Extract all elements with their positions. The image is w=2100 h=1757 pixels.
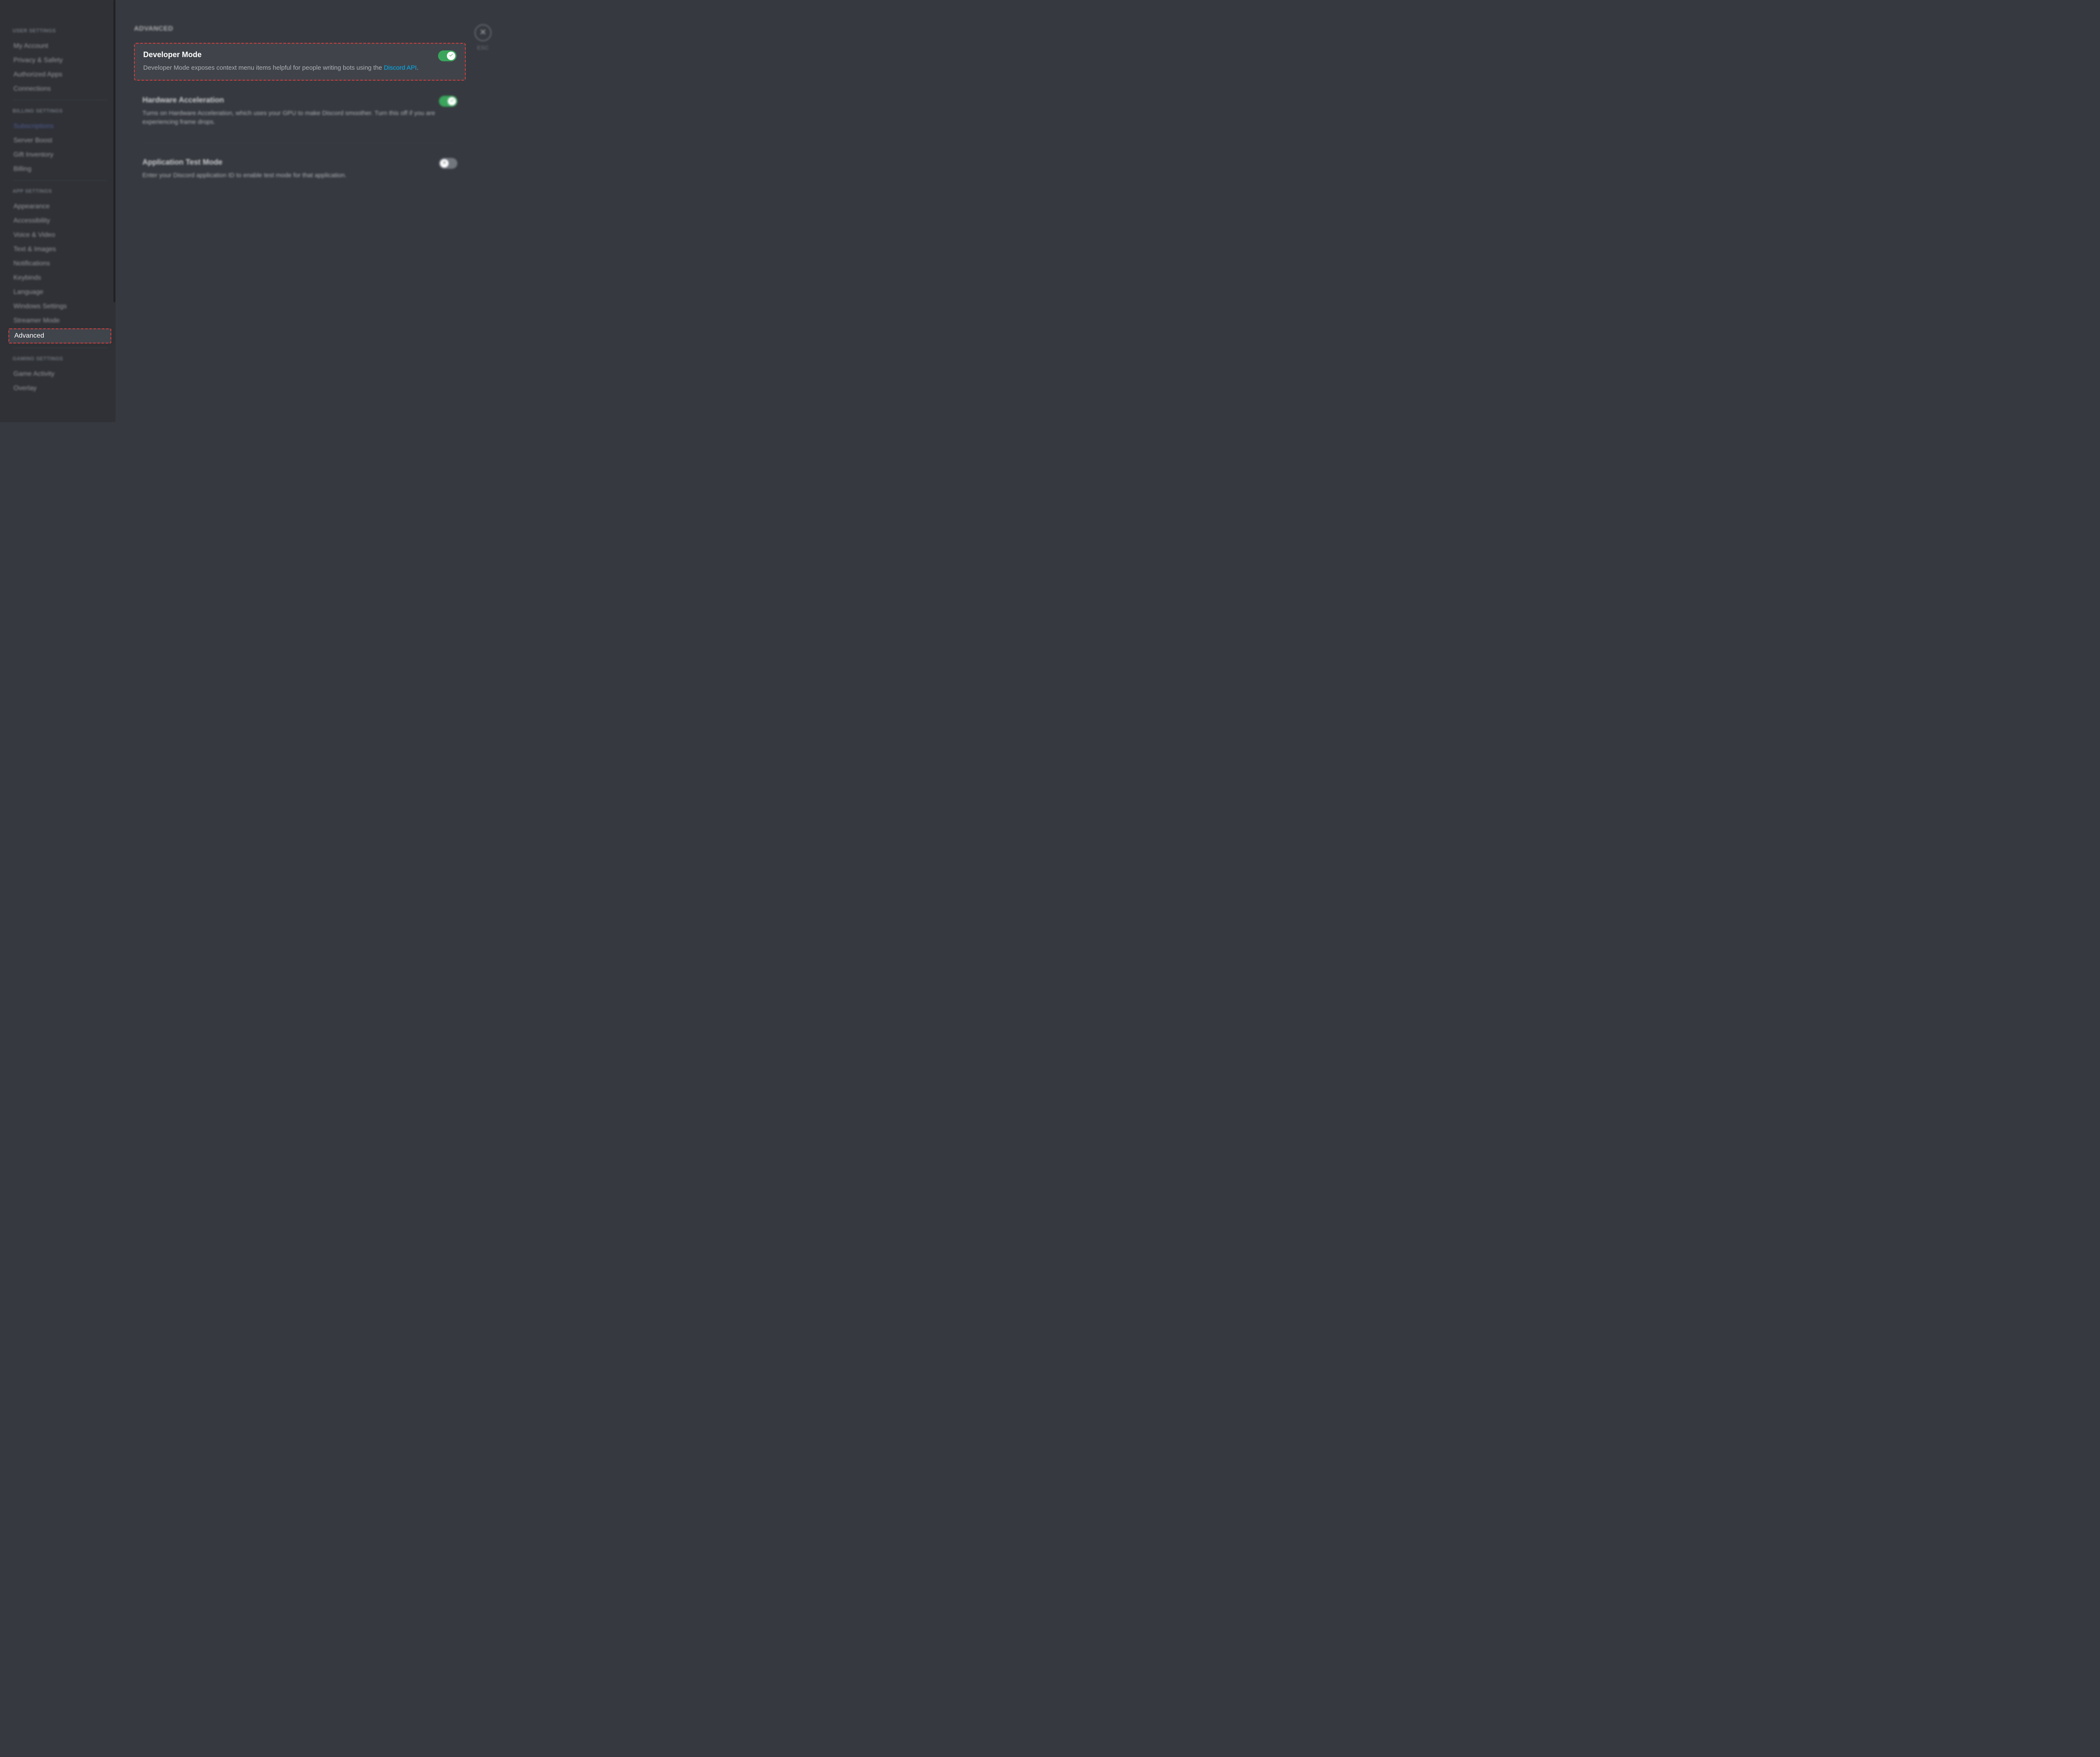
setting-developer-mode: Developer Mode Developer Mode exposes co…: [134, 43, 466, 81]
section-header-app-settings: APP SETTINGS: [8, 186, 111, 197]
sidebar-item-streamer-mode[interactable]: Streamer Mode: [8, 314, 111, 328]
sidebar-item-gift-inventory[interactable]: Gift Inventory: [8, 148, 111, 162]
setting-description: Turns on Hardware Acceleration, which us…: [142, 109, 457, 126]
sidebar-item-subscriptions[interactable]: Subscriptions: [8, 120, 111, 133]
divider: [142, 142, 455, 143]
sidebar-item-my-account[interactable]: My Account: [8, 39, 111, 53]
setting-description: Developer Mode exposes context menu item…: [143, 63, 457, 72]
sidebar-item-notifications[interactable]: Notifications: [8, 257, 111, 270]
sidebar-item-authorized-apps[interactable]: Authorized Apps: [8, 68, 111, 81]
close-label: ESC: [477, 45, 489, 51]
toggle-hardware-acceleration[interactable]: [439, 96, 457, 107]
sidebar-item-connections[interactable]: Connections: [8, 82, 111, 96]
sidebar-item-privacy-safety[interactable]: Privacy & Safety: [8, 54, 111, 67]
toggle-thumb: [448, 97, 456, 105]
sidebar-item-advanced[interactable]: Advanced: [8, 328, 111, 344]
sidebar-item-overlay[interactable]: Overlay: [8, 382, 111, 395]
setting-title: Hardware Acceleration: [142, 96, 224, 105]
sidebar-item-appearance[interactable]: Appearance: [8, 200, 111, 213]
sidebar-item-voice-video[interactable]: Voice & Video: [8, 228, 111, 242]
toggle-thumb: [447, 52, 455, 60]
sidebar-item-keybinds[interactable]: Keybinds: [8, 271, 111, 285]
sidebar-item-text-images[interactable]: Text & Images: [8, 243, 111, 256]
settings-container: Developer Mode Developer Mode exposes co…: [134, 43, 466, 187]
toggle-developer-mode[interactable]: [438, 50, 457, 61]
main-content: ESC ADVANCED Developer Mode Developer Mo…: [116, 0, 503, 422]
sidebar-item-language[interactable]: Language: [8, 286, 111, 299]
setting-description: Enter your Discord application ID to ena…: [142, 171, 457, 180]
check-icon: [449, 52, 454, 60]
setting-title: Application Test Mode: [142, 158, 223, 167]
check-icon: [449, 97, 454, 105]
setting-hardware-acceleration: Hardware Acceleration Turns on Hardware …: [134, 89, 466, 134]
section-header-gaming-settings: GAMING SETTINGS: [8, 353, 111, 364]
setting-title: Developer Mode: [143, 50, 202, 59]
sidebar-item-server-boost[interactable]: Server Boost: [8, 134, 111, 147]
toggle-application-test-mode[interactable]: [439, 158, 457, 169]
divider: [13, 180, 108, 181]
section-header-user-settings: USER SETTINGS: [8, 25, 111, 36]
setting-application-test-mode: Application Test Mode Enter your Discord…: [134, 151, 466, 187]
sidebar-item-billing[interactable]: Billing: [8, 163, 111, 176]
sidebar-item-windows-settings[interactable]: Windows Settings: [8, 300, 111, 313]
sidebar-item-accessibility[interactable]: Accessibility: [8, 214, 111, 228]
x-icon: [442, 160, 447, 167]
disc-api-link[interactable]: Discord API: [384, 64, 417, 71]
settings-sidebar: USER SETTINGS My Account Privacy & Safet…: [0, 0, 116, 422]
section-header-billing-settings: BILLING SETTINGS: [8, 105, 111, 116]
page-title: ADVANCED: [134, 25, 486, 33]
toggle-thumb: [440, 159, 449, 168]
sidebar-item-game-activity[interactable]: Game Activity: [8, 367, 111, 381]
